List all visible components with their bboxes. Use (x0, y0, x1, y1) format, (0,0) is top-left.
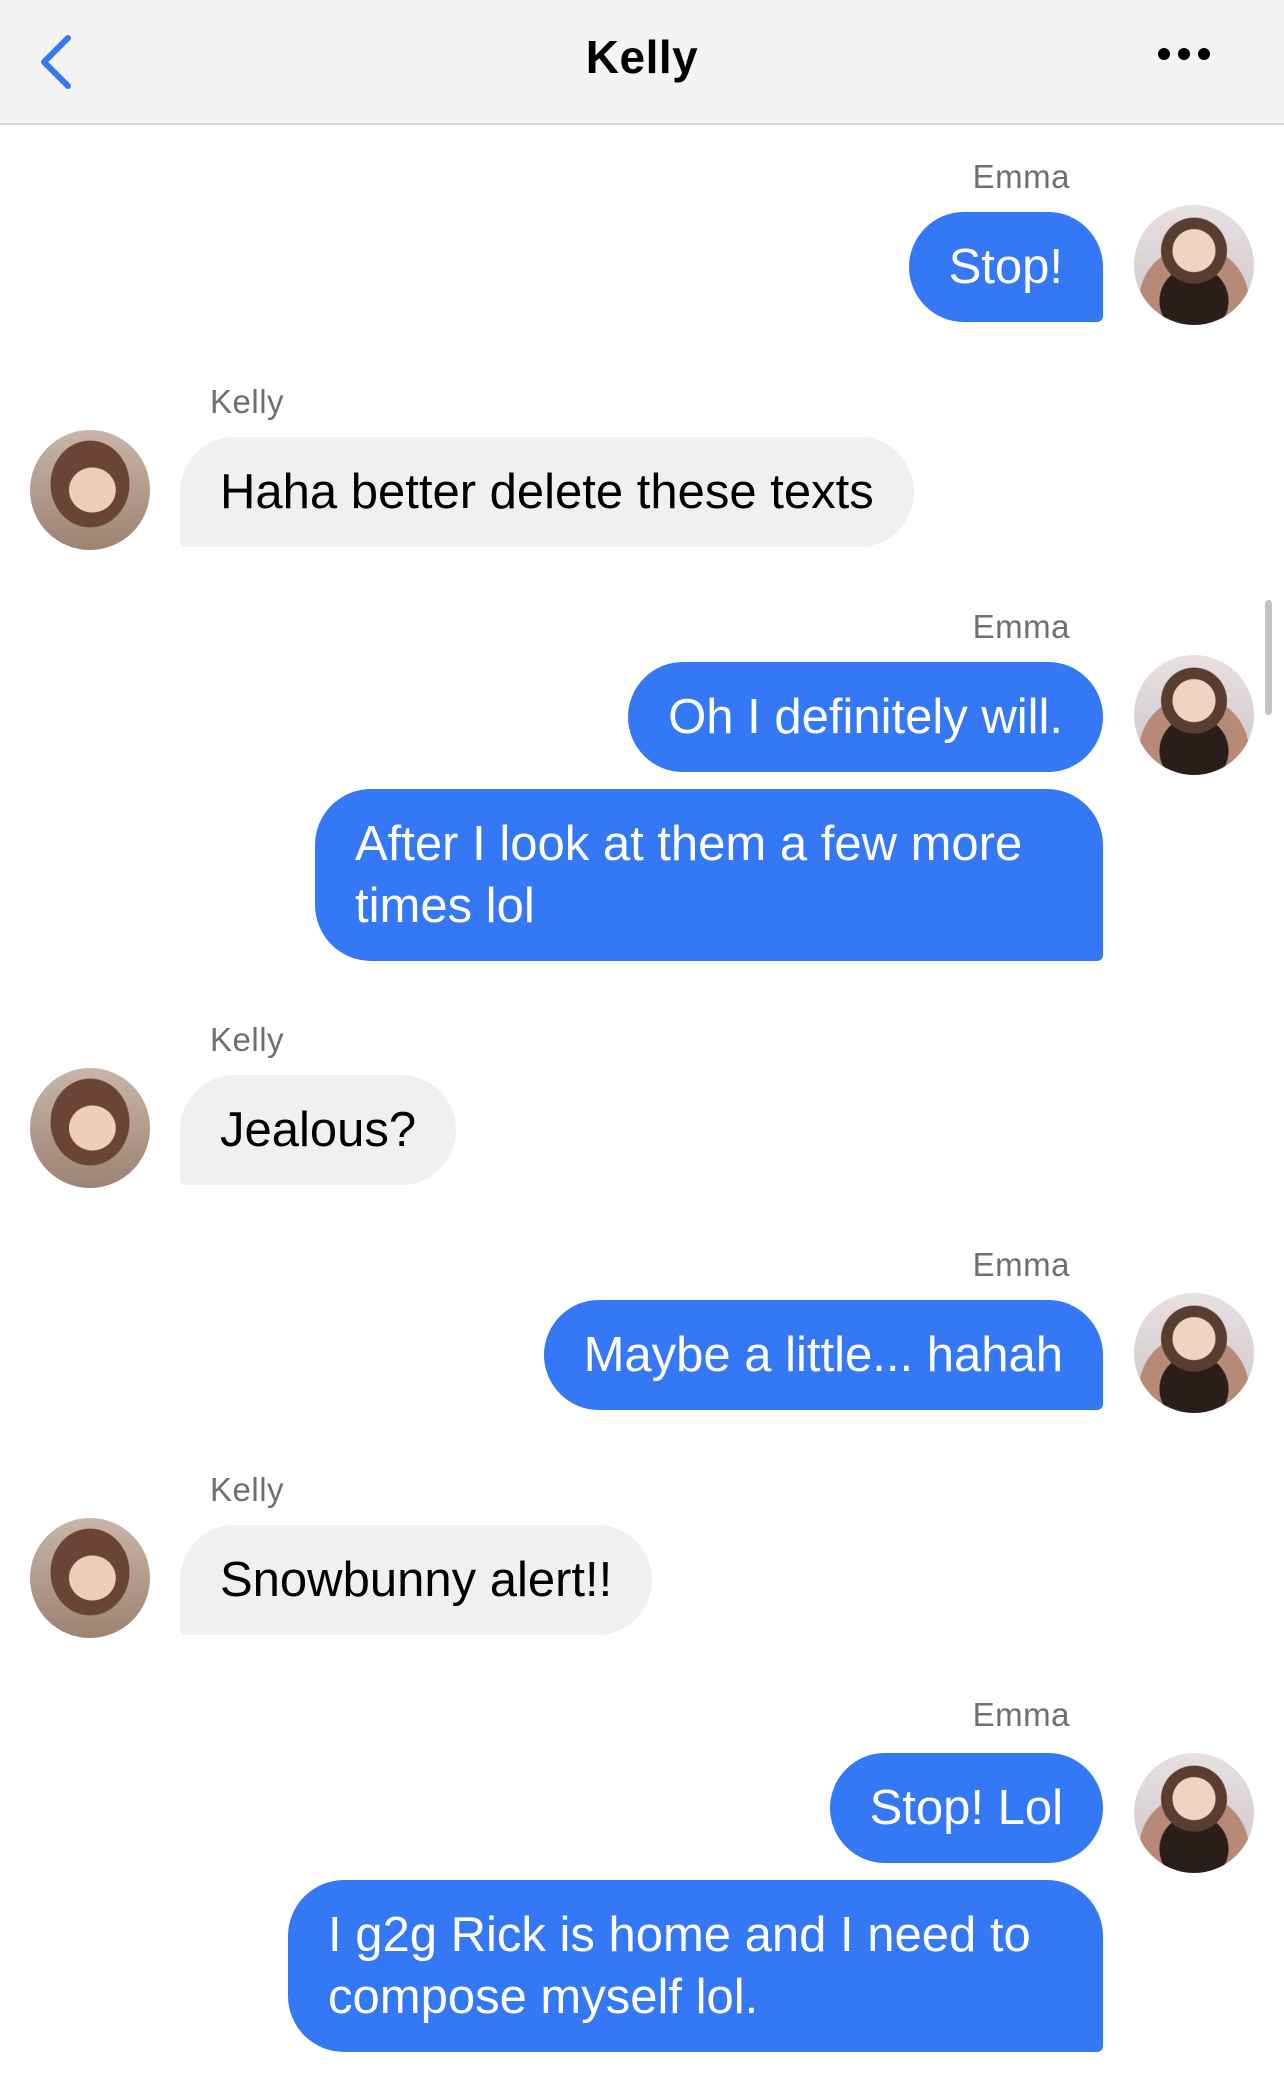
chat-header: Kelly (0, 0, 1284, 125)
message-bubble-outgoing[interactable]: Stop! (908, 212, 1103, 322)
avatar-kelly[interactable] (30, 1518, 150, 1638)
avatar-emma[interactable] (1134, 205, 1254, 325)
message-bubble-outgoing[interactable]: Stop! Lol (829, 1753, 1103, 1863)
ellipsis-icon (1158, 48, 1210, 60)
message-bubble-outgoing[interactable]: Oh I definitely will. (628, 662, 1103, 772)
avatar-emma[interactable] (1134, 655, 1254, 775)
sender-name: Emma (972, 608, 1070, 645)
sender-name: Emma (972, 1246, 1070, 1283)
sender-name: Emma (972, 158, 1070, 195)
sender-name: Kelly (210, 383, 285, 420)
avatar-emma[interactable] (1134, 1753, 1254, 1873)
message-bubble-outgoing[interactable]: I g2g Rick is home and I need to compose… (288, 1880, 1103, 2052)
scrollbar[interactable] (1265, 600, 1272, 715)
avatar-emma[interactable] (1134, 1293, 1254, 1413)
more-options-button[interactable] (1154, 38, 1234, 78)
sender-name: Emma (972, 1696, 1070, 1733)
avatar-kelly[interactable] (30, 1068, 150, 1188)
message-bubble-incoming[interactable]: Jealous? (180, 1075, 457, 1185)
message-bubble-incoming[interactable]: Snowbunny alert!! (180, 1525, 653, 1635)
message-bubble-outgoing[interactable]: After I look at them a few more times lo… (315, 789, 1103, 961)
conversation-title: Kelly (585, 31, 699, 83)
message-thread[interactable]: Emma Stop! Kelly Haha better delete thes… (0, 125, 1284, 2093)
message-bubble-outgoing[interactable]: Maybe a little... hahah (543, 1300, 1103, 1410)
avatar-kelly[interactable] (30, 430, 150, 550)
sender-name: Kelly (210, 1471, 285, 1508)
message-bubble-incoming[interactable]: Haha better delete these texts (180, 437, 914, 547)
sender-name: Kelly (210, 1021, 285, 1058)
